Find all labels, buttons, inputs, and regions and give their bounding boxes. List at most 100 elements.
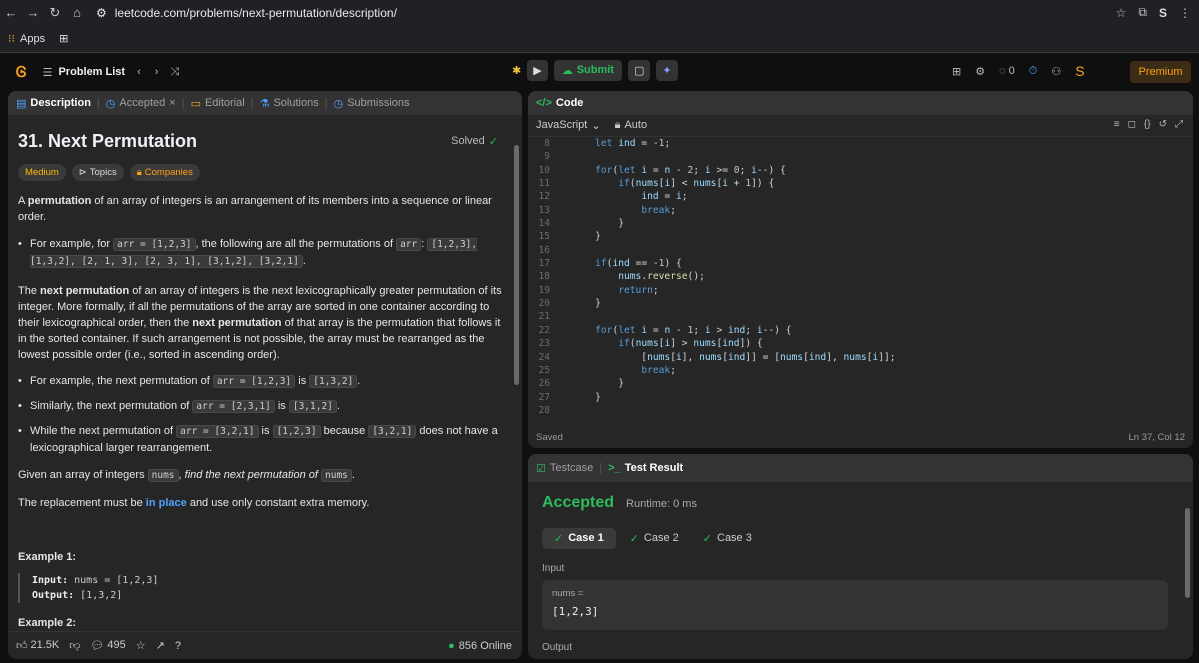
line-number: 16 [538,244,550,256]
reset-icon[interactable]: ↺ [1159,119,1167,130]
comments-button[interactable]: 💬︎ 495 [90,639,125,652]
bookmark-icon[interactable]: ◻ [1128,119,1136,130]
menu-icon[interactable]: ⋮ [1179,6,1191,20]
site-info-icon[interactable]: ⚙ [96,6,107,20]
streak-counter[interactable]: ◌ 0 [999,65,1015,77]
code-line[interactable]: 17 if(ind == -1) { [528,258,1193,271]
case-3-tab[interactable]: ✓ Case 3 [693,528,752,549]
problem-list-button[interactable]: ☰ Problem List [43,66,126,79]
format-icon[interactable]: ≡ [1114,119,1120,130]
code-line[interactable]: 8 let ind = -1; [528,138,1193,151]
code-line[interactable]: 9 [528,151,1193,164]
code-line[interactable]: 13 break; [528,205,1193,218]
left-scrollbar[interactable] [514,145,519,385]
shuffle-icon[interactable]: ⤨ [170,66,179,79]
difficulty-badge: Medium [18,164,66,181]
code-line[interactable]: 14 } [528,218,1193,231]
test-scrollbar[interactable] [1185,508,1190,598]
code-line[interactable]: 28 [528,405,1193,418]
code-line[interactable]: 24 [nums[i], nums[ind]] = [nums[ind], nu… [528,352,1193,365]
code-line[interactable]: 22 for(let i = n - 1; i > ind; i--) { [528,325,1193,338]
tab-divider: | [96,97,100,109]
timer-icon[interactable]: ⏱ [1029,65,1038,78]
braces-icon[interactable]: {} [1144,119,1151,130]
tab-submissions[interactable]: ◷ Submissions [334,97,410,110]
case-1-tab[interactable]: ✓ Case 1 [542,528,616,549]
tab-code[interactable]: </> Code [536,97,583,109]
line-number: 12 [538,191,550,203]
layout-icon[interactable]: ⊞ [952,65,961,78]
book-icon: ▭ [190,97,201,110]
ai-sparkle-icon[interactable]: ✦ [656,60,678,81]
submit-button[interactable]: ☁ Submit [553,60,622,81]
history-icon: ◷ [333,97,344,110]
url-text: leetcode.com/problems/next-permutation/d… [114,5,397,20]
address-bar[interactable]: ⚙ leetcode.com/problems/next-permutation… [96,6,397,20]
code-text: } [572,218,624,230]
like-button[interactable]: 👍︎ 21.5K [16,639,59,652]
prev-problem-icon[interactable]: ‹ [137,66,141,78]
tab-editorial[interactable]: ▭ Editorial [191,97,245,110]
close-icon[interactable]: × [169,97,175,110]
forward-icon[interactable]: → [22,5,44,20]
tab-groups-icon[interactable]: ⊞ [59,32,68,45]
tab-test-result[interactable]: >_ Test Result [608,462,683,474]
input-box: nums = [1,2,3] [542,580,1168,630]
code-line[interactable]: 26 } [528,378,1193,391]
code-line[interactable]: 23 if(nums[i] > nums[ind]) { [528,338,1193,351]
home-icon[interactable]: ⌂ [66,5,88,20]
code-line[interactable]: 20 } [528,298,1193,311]
fire-icon: ◌ [999,65,1006,77]
line-number: 27 [538,391,550,403]
settings-gear-icon[interactable]: ⚙ [975,65,985,78]
code-line[interactable]: 27 } [528,392,1193,405]
bookmark-star-icon[interactable]: ☆ [1116,6,1127,20]
code-editor[interactable]: 8 let ind = -1; 9 10 for(let i = n - 2; i … [528,137,1193,420]
case-2-tab[interactable]: ✓ Case 2 [630,528,679,549]
check-icon: ✓ [702,533,712,545]
add-friend-icon[interactable]: ⚇ [1051,65,1061,78]
code-line[interactable]: 21 [528,311,1193,324]
topics-chip[interactable]: ⊳ Topics [71,164,124,181]
profile-icon[interactable]: S [1159,6,1167,20]
checkbox-icon: ☑ [536,462,546,475]
avatar[interactable]: S [1075,63,1084,79]
check-icon: ✓ [629,533,639,545]
reload-icon[interactable]: ↻ [44,5,66,21]
tab-solutions[interactable]: ⚗ Solutions [260,97,319,110]
tab-description[interactable]: ▤ Description [16,97,91,110]
in-place-link[interactable]: in place [146,497,187,509]
debug-icon[interactable]: ✱ [512,64,521,77]
notes-icon[interactable]: ▢ [627,60,651,81]
extensions-icon[interactable]: ⧉ [1138,5,1147,20]
companies-chip[interactable]: 🔒︎ Companies [129,164,200,181]
dislike-icon[interactable]: 👎︎ [69,639,80,652]
line-number: 18 [538,271,550,283]
favorite-star-icon[interactable]: ☆ [136,639,146,652]
browser-toolbar: ← → ↻ ⌂ ⚙ leetcode.com/problems/next-per… [0,0,1199,25]
back-icon[interactable]: ← [0,5,22,20]
leetcode-logo-icon[interactable]: Ꮆ [16,64,27,81]
share-icon[interactable]: ↗ [156,639,165,652]
help-icon[interactable]: ? [175,640,181,652]
next-problem-icon[interactable]: › [155,66,159,78]
code-line[interactable]: 12 ind = i; [528,191,1193,204]
code-line[interactable]: 15 } [528,231,1193,244]
code-line[interactable]: 25 break; [528,365,1193,378]
expand-icon[interactable]: ⤢ [1175,119,1183,130]
code-line[interactable]: 16 [528,245,1193,258]
tab-accepted[interactable]: ◷ Accepted × [106,97,176,110]
auto-mode[interactable]: 🔒︎ Auto [615,119,648,132]
line-number: 13 [538,204,550,216]
run-button[interactable]: ▶ [527,60,548,81]
code-line[interactable]: 10 for(let i = n - 2; i >= 0; i--) { [528,165,1193,178]
language-select[interactable]: JavaScript ⌄ [536,119,601,132]
code-line[interactable]: 11 if(nums[i] < nums[i + 1]) { [528,178,1193,191]
apps-shortcut[interactable]: ⁝⁝ Apps [8,32,45,46]
code-line[interactable]: 19 return; [528,285,1193,298]
check-icon: ✓ [554,533,564,545]
code-line[interactable]: 18 nums.reverse(); [528,271,1193,284]
tab-testcase[interactable]: ☑ Testcase [536,462,593,475]
premium-button[interactable]: Premium [1130,61,1191,83]
